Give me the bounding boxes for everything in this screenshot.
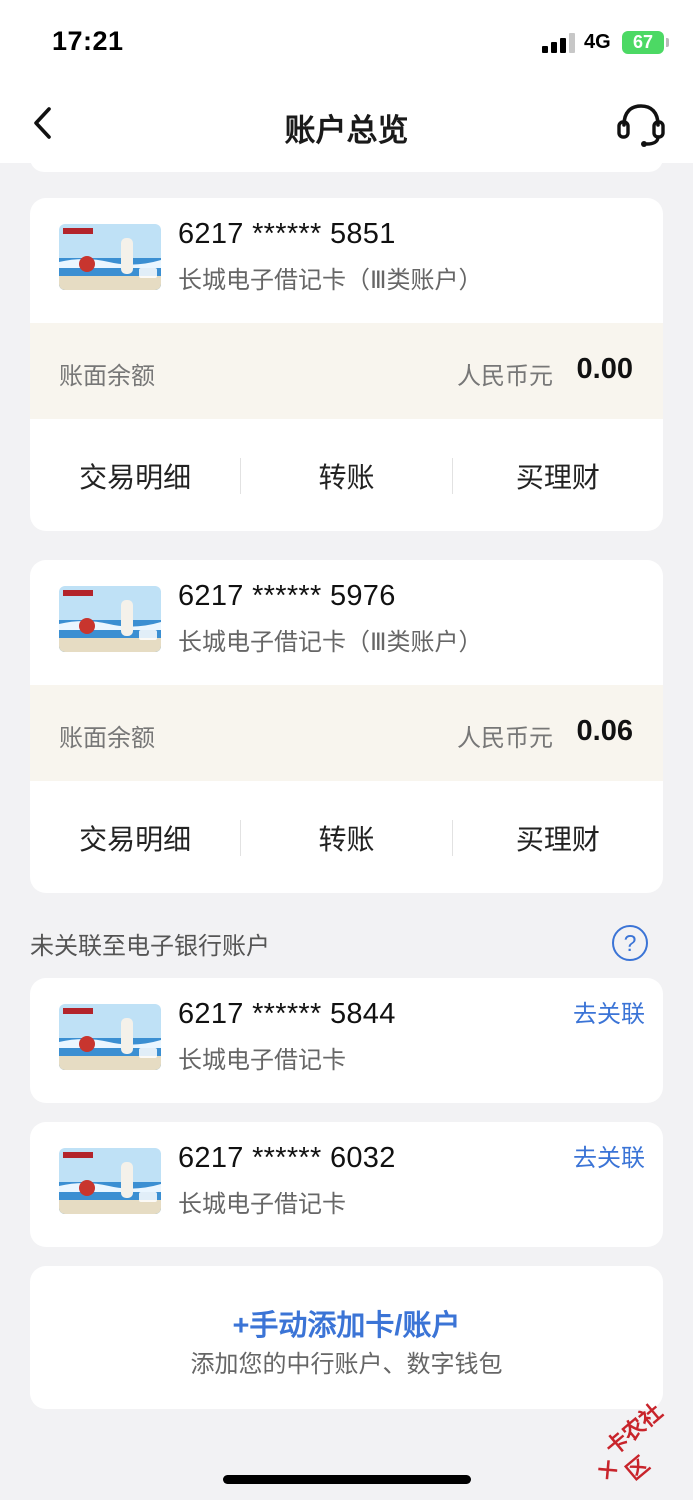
card-number: 6217 ****** 5851 — [178, 218, 396, 250]
balance-label: 账面余额 — [59, 363, 155, 390]
account-card: 6217 ****** 5851 长城电子借记卡（Ⅲ类账户） 账面余额 人民币元… — [30, 198, 663, 531]
balance-label: 账面余额 — [59, 725, 155, 752]
card-number: 6217 ****** 5844 — [178, 998, 396, 1030]
buy-wealth-button[interactable]: 买理财 — [453, 818, 663, 858]
status-bar: 17:21 4G 67 — [0, 0, 693, 85]
card-actions: 交易明细 转账 买理财 — [30, 781, 663, 893]
balance-row: 账面余额 人民币元 0.00 — [30, 323, 663, 419]
home-indicator[interactable] — [223, 1475, 471, 1484]
battery-level: 67 — [632, 32, 654, 52]
section-title: 未关联至电子银行账户 — [30, 933, 270, 960]
link-account-button[interactable]: 去关联 — [573, 1138, 645, 1173]
status-time: 17:21 — [52, 26, 124, 56]
unlinked-card: 6217 ****** 6032 长城电子借记卡 去关联 — [30, 1122, 663, 1247]
card-header: 6217 ****** 5844 长城电子借记卡 去关联 — [30, 978, 663, 1103]
balance-amount: 0.06 — [576, 715, 633, 747]
add-card-title: +手动添加卡/账户 — [232, 1310, 461, 1342]
previous-card-edge — [30, 150, 663, 172]
card-image — [59, 1148, 161, 1214]
transaction-detail-button[interactable]: 交易明细 — [30, 818, 240, 858]
transfer-button[interactable]: 转账 — [241, 818, 451, 858]
card-type: 长城电子借记卡（Ⅲ类账户） — [178, 629, 483, 656]
buy-wealth-button[interactable]: 买理财 — [453, 456, 663, 496]
network-type: 4G — [584, 31, 611, 53]
battery-icon: 67 — [622, 31, 669, 54]
account-card: 6217 ****** 5976 长城电子借记卡（Ⅲ类账户） 账面余额 人民币元… — [30, 560, 663, 893]
card-number: 6217 ****** 6032 — [178, 1142, 396, 1174]
unlinked-card: 6217 ****** 5844 长城电子借记卡 去关联 — [30, 978, 663, 1103]
balance-row: 账面余额 人民币元 0.06 — [30, 685, 663, 781]
customer-service-button[interactable] — [614, 99, 668, 149]
signal-icon — [542, 33, 575, 53]
headset-icon — [617, 104, 665, 147]
card-image — [59, 224, 161, 290]
card-image — [59, 1004, 161, 1070]
card-header[interactable]: 6217 ****** 5851 长城电子借记卡（Ⅲ类账户） — [30, 198, 663, 323]
card-type: 长城电子借记卡 — [178, 1191, 346, 1218]
card-header: 6217 ****** 6032 长城电子借记卡 去关联 — [30, 1122, 663, 1247]
page-title: 账户总览 — [284, 113, 409, 148]
card-image — [59, 586, 161, 652]
help-icon[interactable]: ? — [612, 925, 648, 961]
add-card-button[interactable]: +手动添加卡/账户 添加您的中行账户、数字钱包 — [30, 1266, 663, 1409]
add-card-subtitle: 添加您的中行账户、数字钱包 — [190, 1351, 503, 1378]
balance-amount: 0.00 — [576, 353, 633, 385]
link-account-button[interactable]: 去关联 — [573, 994, 645, 1029]
currency-label: 人民币元 — [457, 363, 553, 390]
card-type: 长城电子借记卡 — [178, 1047, 346, 1074]
card-type: 长城电子借记卡（Ⅲ类账户） — [178, 267, 483, 294]
currency-label: 人民币元 — [457, 725, 553, 752]
transfer-button[interactable]: 转账 — [241, 456, 451, 496]
card-actions: 交易明细 转账 买理财 — [30, 419, 663, 531]
card-header[interactable]: 6217 ****** 5976 长城电子借记卡（Ⅲ类账户） — [30, 560, 663, 685]
transaction-detail-button[interactable]: 交易明细 — [30, 456, 240, 496]
card-number: 6217 ****** 5976 — [178, 580, 396, 612]
